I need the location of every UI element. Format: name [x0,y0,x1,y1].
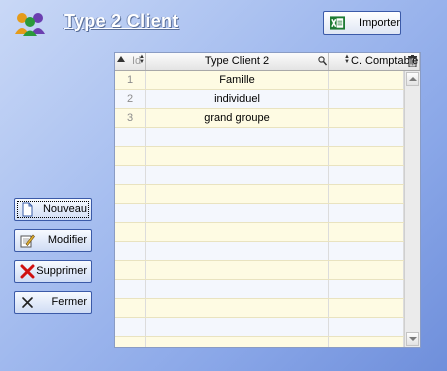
table-row-empty [115,185,404,204]
cell-type: Famille [146,71,329,89]
table-row[interactable]: 1 Famille [115,71,404,90]
cell-type: individuel [146,90,329,108]
table-row-empty [115,261,404,280]
client-type-table: Id ▲ ▼ Type Client 2 ▲ ▼ C. Comptable 1 Fa… [114,52,421,348]
column-type-label: Type Client 2 [204,55,270,67]
table-row-empty [115,337,404,347]
trash-icon[interactable] [408,55,417,67]
fermer-button[interactable]: Fermer [14,291,92,314]
delete-x-icon [20,264,35,279]
cell-comptable [329,109,404,127]
cell-id: 3 [115,109,146,127]
close-x-icon [22,297,33,308]
users-group-icon [15,13,45,36]
sort-arrows-icon: ▲ ▼ [139,54,145,65]
modifier-button[interactable]: Modifier [14,229,92,252]
table-row[interactable]: 3 grand groupe [115,109,404,128]
fermer-button-label: Fermer [51,296,87,308]
table-row-empty [115,280,404,299]
sort-asc-icon [117,56,125,62]
table-header: Id ▲ ▼ Type Client 2 ▲ ▼ C. Comptable [115,53,420,71]
nouveau-button[interactable]: Nouveau [14,198,92,221]
column-header-id[interactable]: Id ▲ ▼ [115,53,146,70]
table-row-empty [115,318,404,337]
cell-id: 2 [115,90,146,108]
table-row-empty [115,128,404,147]
new-document-icon [22,202,33,217]
table-row-empty [115,204,404,223]
import-button-label: Importer [359,17,400,29]
column-header-comptable[interactable]: ▲ ▼ C. Comptable [329,53,420,70]
table-row-empty [115,299,404,318]
supprimer-button[interactable]: Supprimer [14,260,92,283]
table-body: 1 Famille 2 individuel 3 grand groupe [115,71,404,347]
supprimer-button-label: Supprimer [36,265,87,277]
table-row-empty [115,242,404,261]
cell-type: grand groupe [146,109,329,127]
column-header-type[interactable]: Type Client 2 [146,53,329,70]
excel-icon [330,16,346,30]
nouveau-button-label: Nouveau [42,203,87,215]
cell-id: 1 [115,71,146,89]
scroll-down-icon[interactable] [406,332,419,346]
table-row-empty [115,223,404,242]
page-title: Type 2 Client [64,11,179,31]
modifier-button-label: Modifier [47,234,87,246]
vertical-scrollbar[interactable] [404,71,420,347]
cell-comptable [329,71,404,89]
import-button[interactable]: Importer [323,11,401,35]
table-row-empty [115,166,404,185]
edit-icon [20,234,35,248]
scroll-up-icon[interactable] [406,72,419,86]
table-row-empty [115,147,404,166]
sort-arrows-icon: ▲ ▼ [344,54,350,65]
table-row[interactable]: 2 individuel [115,90,404,109]
cell-comptable [329,90,404,108]
search-icon[interactable] [318,56,327,66]
